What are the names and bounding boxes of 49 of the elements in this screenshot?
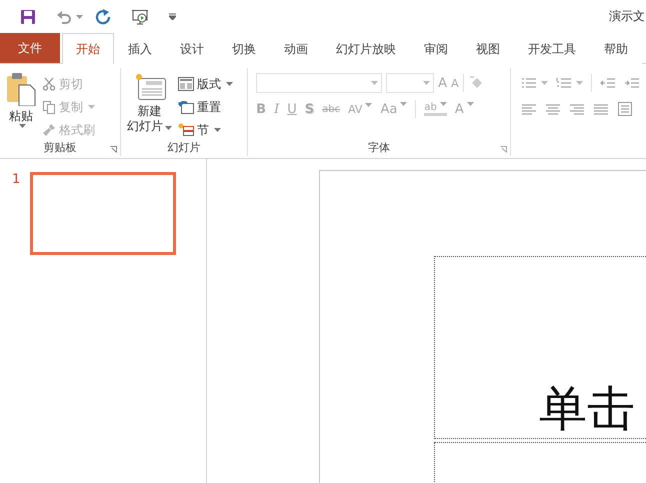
scissors-icon [42, 77, 56, 91]
paste-icon [6, 72, 36, 106]
paste-button[interactable]: 粘贴 [6, 70, 36, 140]
layout-icon [178, 77, 194, 91]
group-label: 字体 [368, 140, 390, 156]
caret-icon [18, 124, 26, 128]
caret-icon [165, 126, 172, 130]
caret-icon [371, 81, 378, 85]
file-tab[interactable]: 文件 [0, 33, 60, 63]
align-center-icon[interactable] [544, 102, 561, 116]
slides-button[interactable]: 重置 [178, 98, 234, 116]
customize-icon[interactable] [169, 13, 176, 20]
placeholder-text: 单击 [539, 383, 635, 436]
decrease-indent-icon[interactable] [600, 76, 616, 90]
caret-icon [540, 81, 548, 85]
section-icon [178, 123, 194, 137]
distribute-icon[interactable] [616, 102, 633, 116]
eraser-icon[interactable] [468, 76, 484, 90]
caret-icon [423, 81, 430, 85]
reset-icon [178, 100, 194, 114]
dialog-launcher-icon[interactable] [110, 146, 118, 153]
title-placeholder[interactable]: 单击 [434, 256, 646, 439]
new-slide-button[interactable]: 新建 幻灯片 [127, 70, 172, 140]
slide-number: 1 [12, 172, 20, 189]
caret-icon [76, 14, 83, 18]
copy-icon [42, 100, 56, 114]
undo-icon[interactable] [56, 10, 72, 24]
caret-icon [576, 81, 583, 85]
increase-indent-icon[interactable] [624, 76, 640, 90]
slide-thumbnail[interactable] [30, 172, 176, 255]
align-right-icon[interactable] [568, 102, 585, 116]
dialog-launcher-icon[interactable] [500, 146, 507, 153]
numbering-icon[interactable] [556, 76, 572, 90]
justify-icon[interactable] [592, 102, 609, 116]
slides-button[interactable]: 版式 [178, 75, 234, 93]
slides-button[interactable]: 节 [178, 121, 234, 139]
window-title: 演示文 [609, 8, 645, 25]
font-name-field[interactable] [256, 73, 382, 93]
presentation-icon[interactable] [131, 8, 149, 24]
font-size-field[interactable] [386, 73, 434, 93]
new-slide-icon [134, 72, 166, 100]
save-icon[interactable] [20, 8, 36, 24]
brush-icon [42, 123, 56, 137]
group-label: 幻灯片 [168, 140, 201, 156]
bullets-icon[interactable] [520, 76, 537, 90]
align-left-icon[interactable] [520, 102, 537, 116]
group-label: 剪贴板 [44, 140, 77, 156]
ribbon-tab[interactable]: 开始 [62, 33, 114, 64]
redo-icon[interactable] [95, 8, 111, 24]
